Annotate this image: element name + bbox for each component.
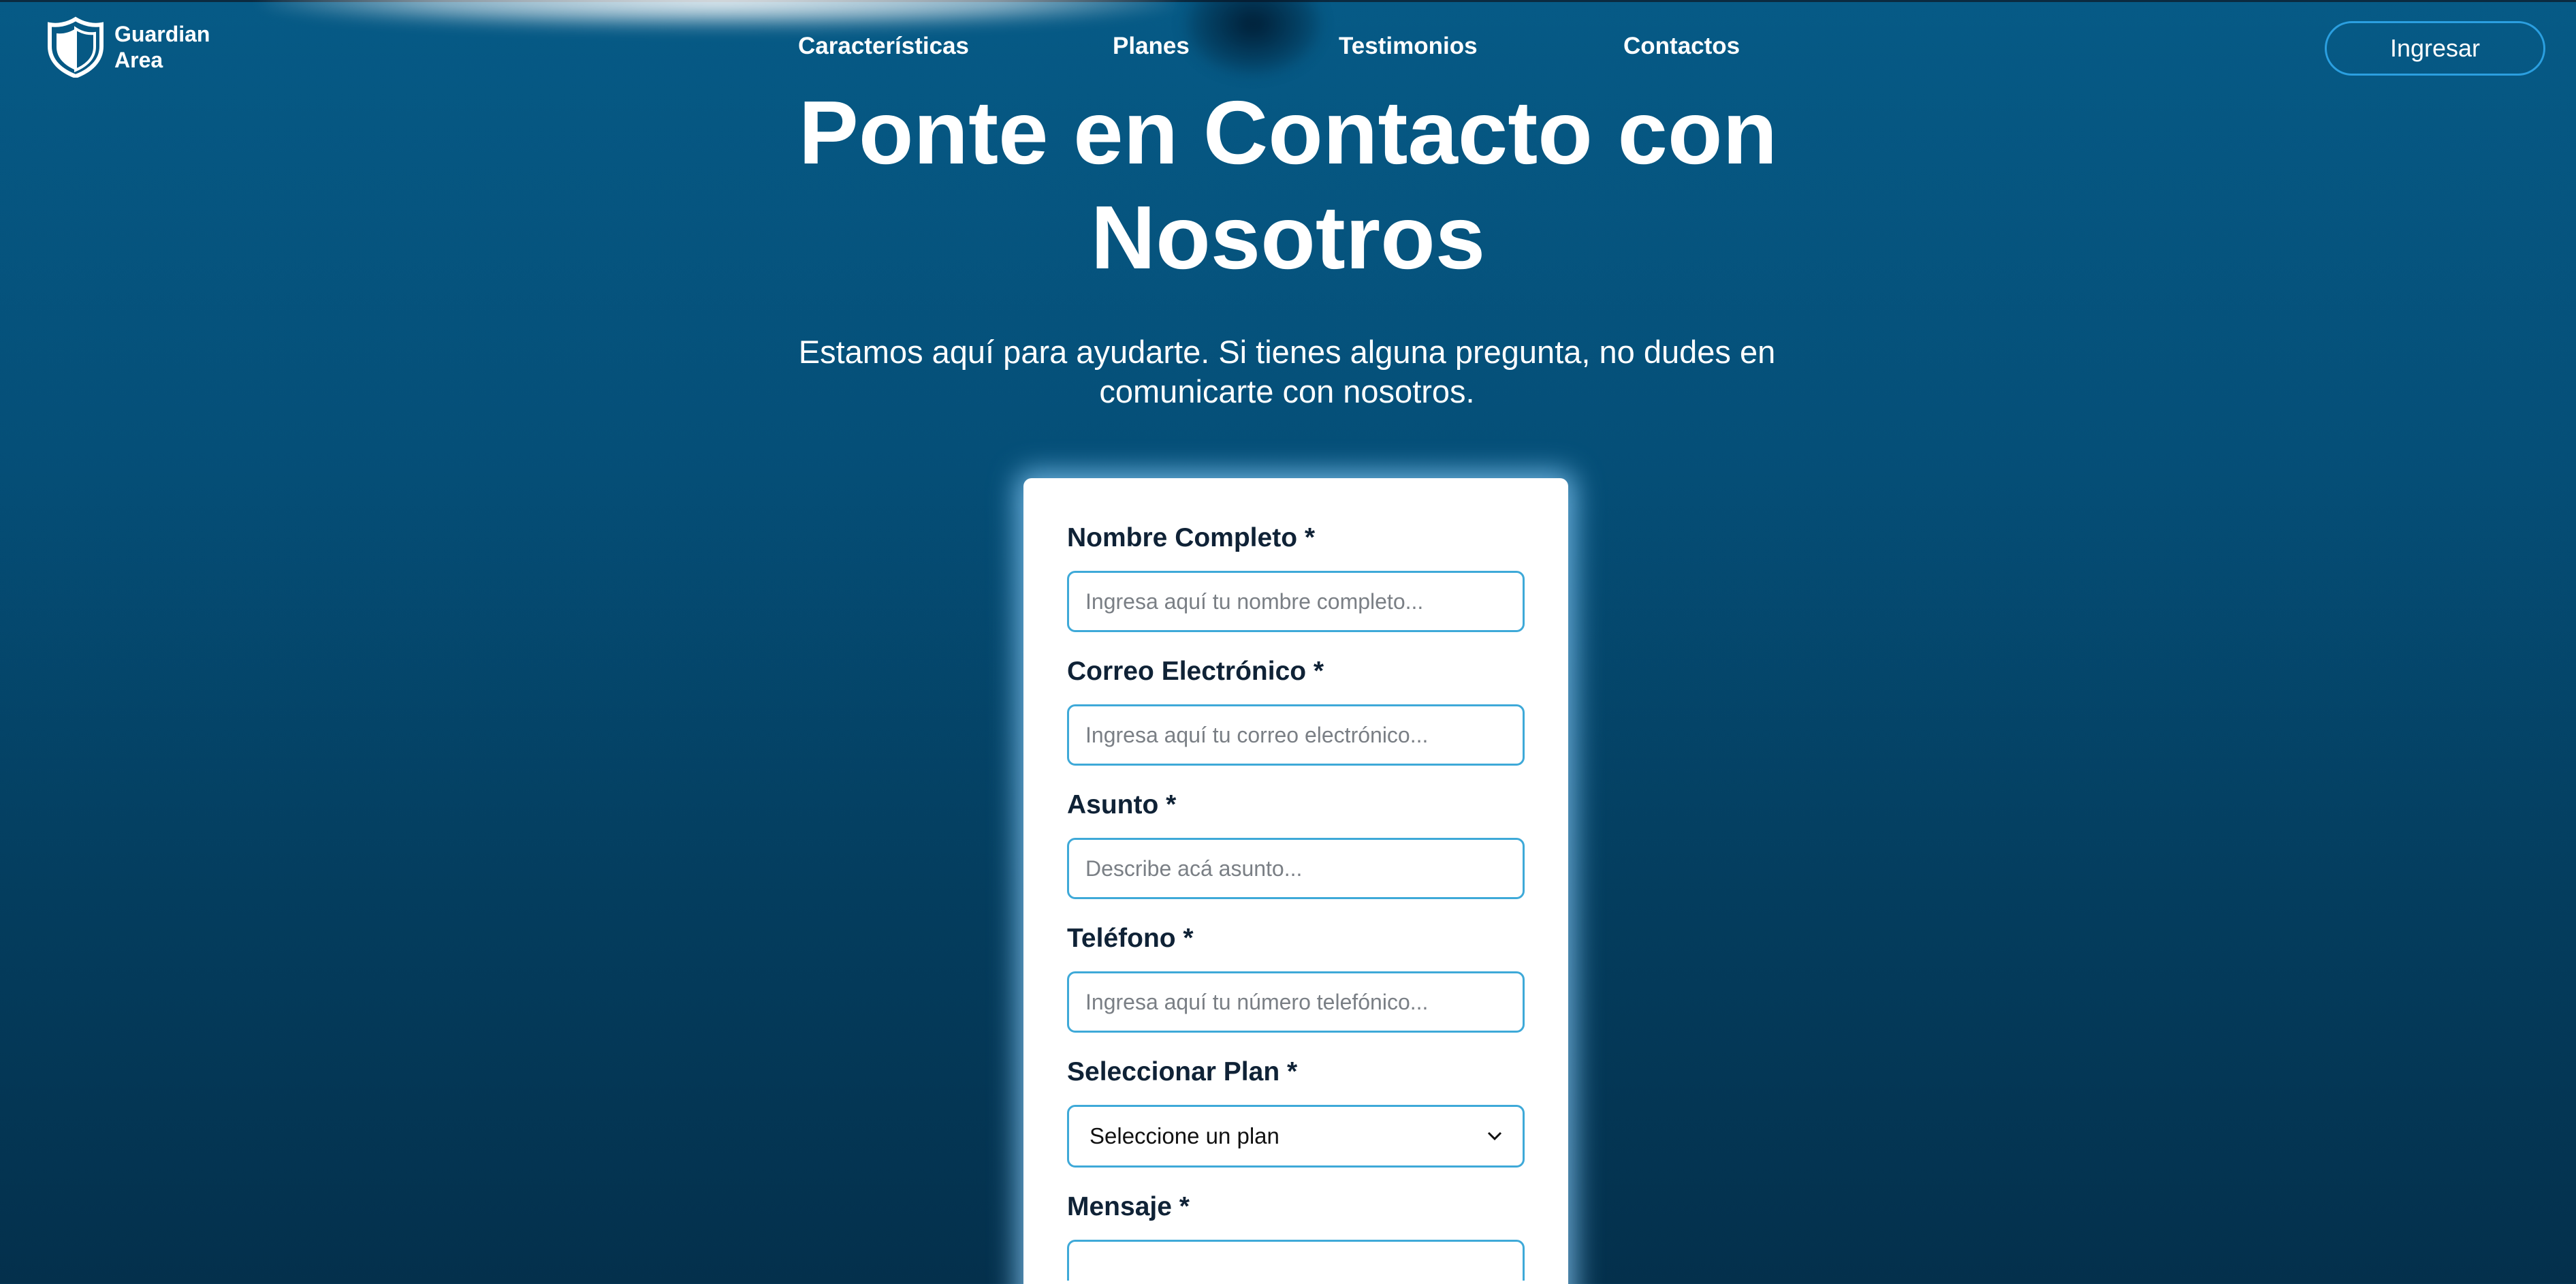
- plan-label: Seleccionar Plan *: [1067, 1057, 1298, 1086]
- plan-select-value: Seleccione un plan: [1090, 1123, 1279, 1148]
- email-label: Correo Electrónico *: [1067, 657, 1324, 686]
- nav-link-planes[interactable]: Planes: [1113, 33, 1190, 60]
- page-subtitle: Estamos aquí para ayudarte. Si tienes al…: [798, 334, 1776, 409]
- nav-link-caracteristicas[interactable]: Características: [798, 33, 969, 60]
- page-title-line1: Ponte en Contacto con: [798, 82, 1778, 183]
- plan-select[interactable]: Seleccione un plan: [1067, 1105, 1525, 1168]
- email-input[interactable]: [1067, 704, 1525, 766]
- message-textarea[interactable]: [1067, 1240, 1525, 1281]
- main-nav: Características Planes Testimonios Conta…: [0, 33, 2576, 63]
- full-name-input[interactable]: [1067, 571, 1525, 632]
- nav-link-testimonios[interactable]: Testimonios: [1339, 33, 1478, 60]
- top-glare: [259, 0, 1178, 27]
- contact-form: Nombre Completo * Correo Electrónico * A…: [1023, 478, 1568, 1284]
- message-label: Mensaje *: [1067, 1192, 1190, 1221]
- login-button[interactable]: Ingresar: [2325, 21, 2545, 76]
- nav-link-contactos[interactable]: Contactos: [1623, 33, 1740, 60]
- phone-label: Teléfono *: [1067, 924, 1194, 953]
- subject-label: Asunto *: [1067, 790, 1177, 819]
- chevron-down-icon: [1487, 1131, 1502, 1141]
- subject-input[interactable]: [1067, 838, 1525, 899]
- name-label: Nombre Completo *: [1067, 523, 1316, 552]
- page-title: Ponte en Contacto con Nosotros: [0, 80, 2576, 290]
- page-title-line2: Nosotros: [1090, 187, 1486, 287]
- phone-input[interactable]: [1067, 971, 1525, 1033]
